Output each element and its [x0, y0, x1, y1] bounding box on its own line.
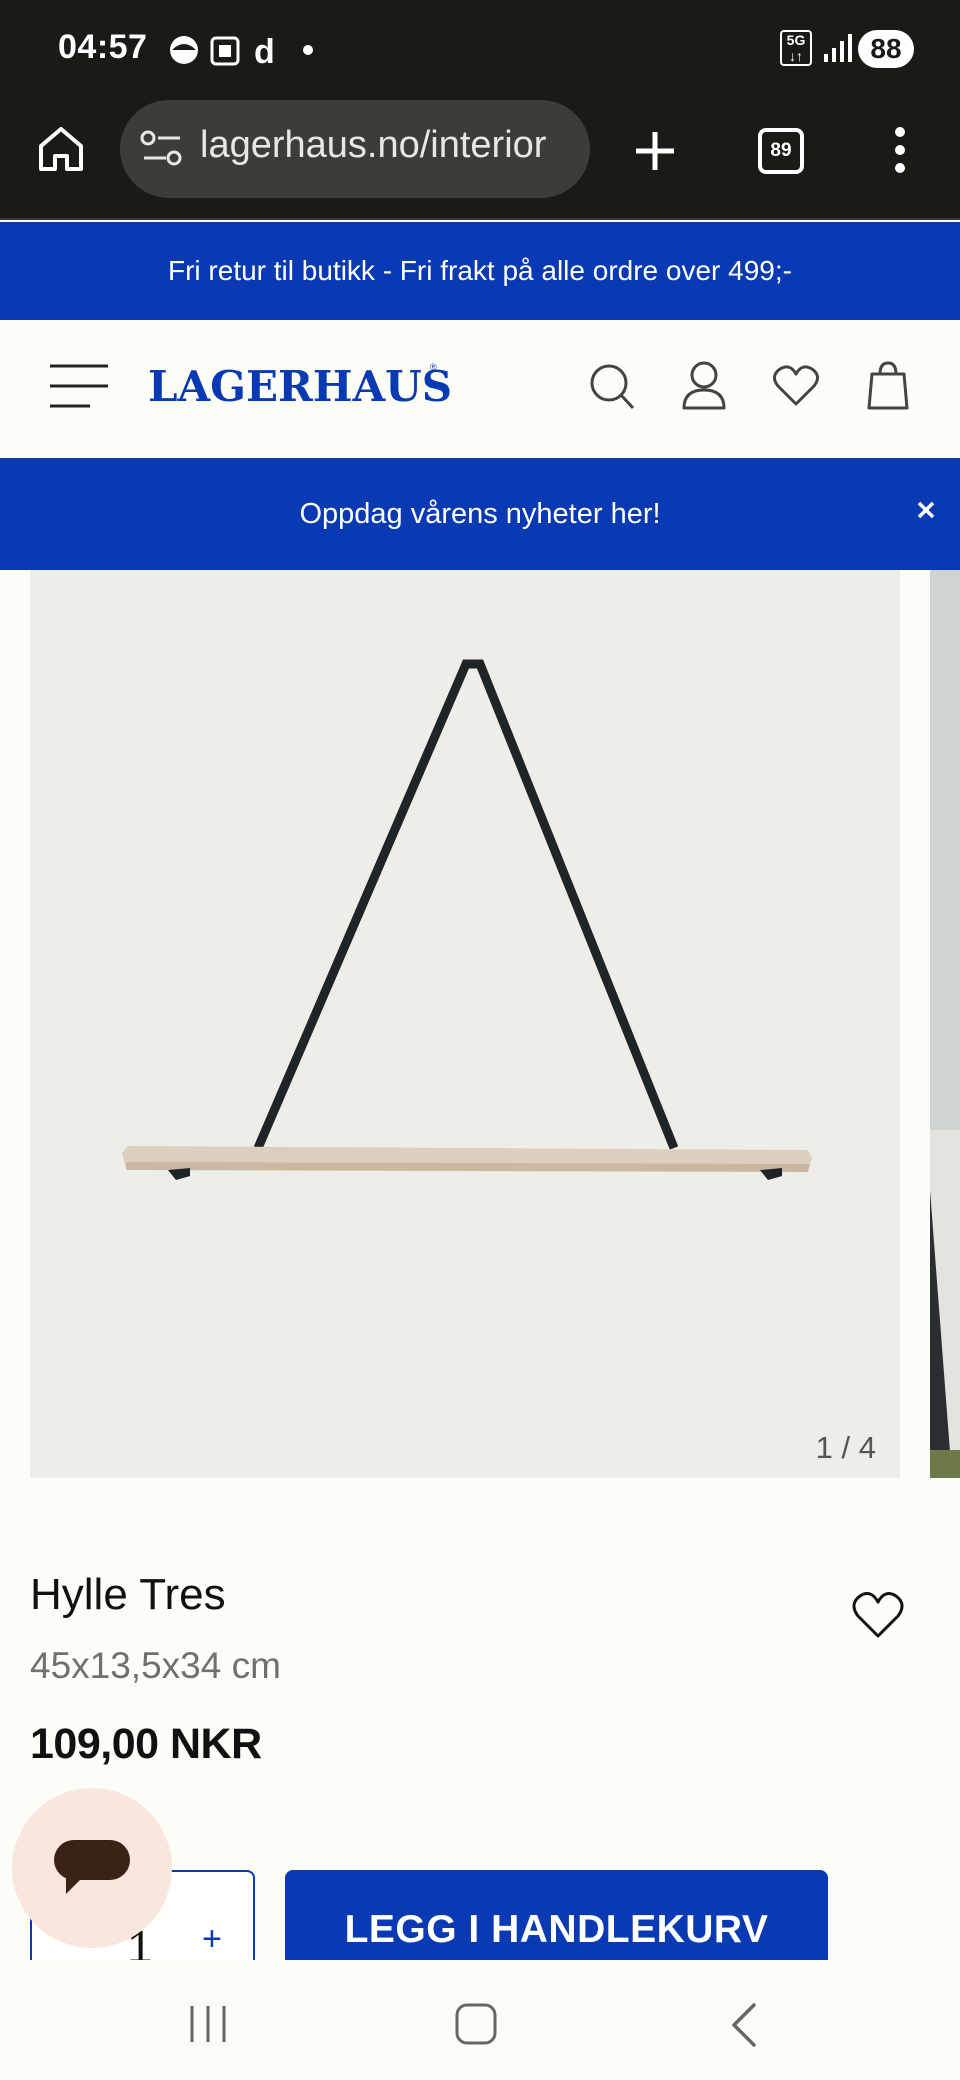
- promo-bar[interactable]: Fri retur til butikk - Fri frakt på alle…: [0, 222, 960, 320]
- chat-button[interactable]: [12, 1788, 172, 1948]
- quantity-plus-button[interactable]: +: [202, 1920, 222, 1959]
- dot-icon: [303, 45, 313, 55]
- recent-apps-icon[interactable]: [188, 2004, 230, 2044]
- signal-icon: [824, 34, 852, 62]
- image-counter: 1 / 4: [815, 1430, 876, 1465]
- menu-icon[interactable]: [48, 362, 110, 410]
- overflow-menu-icon[interactable]: [890, 124, 910, 176]
- home-button-icon[interactable]: [454, 2002, 500, 2048]
- promo-text: Fri retur til butikk - Fri frakt på alle…: [168, 255, 792, 286]
- network-5g-icon: 5G ↓↑: [780, 30, 812, 66]
- product-price: 109,00 NKR: [30, 1720, 262, 1768]
- back-icon[interactable]: [728, 2002, 762, 2048]
- system-navigation-bar: [0, 1960, 960, 2080]
- site-header: LAGERHAUS ®: [0, 320, 960, 458]
- tab-switcher-button[interactable]: 89: [758, 128, 804, 174]
- product-title: Hylle Tres: [30, 1570, 226, 1619]
- wishlist-icon[interactable]: [772, 364, 820, 408]
- product-image[interactable]: 1 / 4: [30, 570, 900, 1478]
- site-logo[interactable]: LAGERHAUS: [148, 362, 452, 411]
- shelf-image: [122, 659, 812, 1180]
- chat-icon: [54, 1840, 130, 1894]
- new-tab-icon[interactable]: [632, 128, 678, 174]
- battery-indicator: 88: [858, 30, 914, 68]
- announcement-text: Oppdag vårens nyheter her!: [299, 498, 661, 530]
- next-product-image[interactable]: [930, 570, 960, 1478]
- search-icon[interactable]: [588, 362, 636, 412]
- site-settings-icon[interactable]: [140, 130, 184, 170]
- status-bar: 04:57 d 5G ↓↑ 88: [0, 0, 960, 98]
- notification-icons: d: [170, 33, 275, 68]
- svg-text:d: d: [254, 33, 275, 68]
- url-text: lagerhaus.no/interior: [200, 124, 547, 166]
- cart-icon[interactable]: [866, 360, 910, 412]
- address-bar[interactable]: lagerhaus.no/interior: [120, 100, 590, 198]
- next-image-preview: [930, 570, 960, 1478]
- home-icon[interactable]: [36, 124, 86, 174]
- add-to-wishlist-icon[interactable]: [850, 1590, 906, 1640]
- product-gallery[interactable]: 1 / 4: [0, 570, 960, 1480]
- registered-mark: ®: [430, 362, 437, 372]
- account-icon[interactable]: [680, 360, 728, 410]
- close-icon[interactable]: [916, 500, 936, 520]
- product-dimensions: 45x13,5x34 cm: [30, 1645, 281, 1686]
- browser-toolbar: lagerhaus.no/interior 89: [0, 98, 960, 220]
- announcement-bar[interactable]: Oppdag vårens nyheter her!: [0, 458, 960, 570]
- status-time: 04:57: [58, 28, 148, 66]
